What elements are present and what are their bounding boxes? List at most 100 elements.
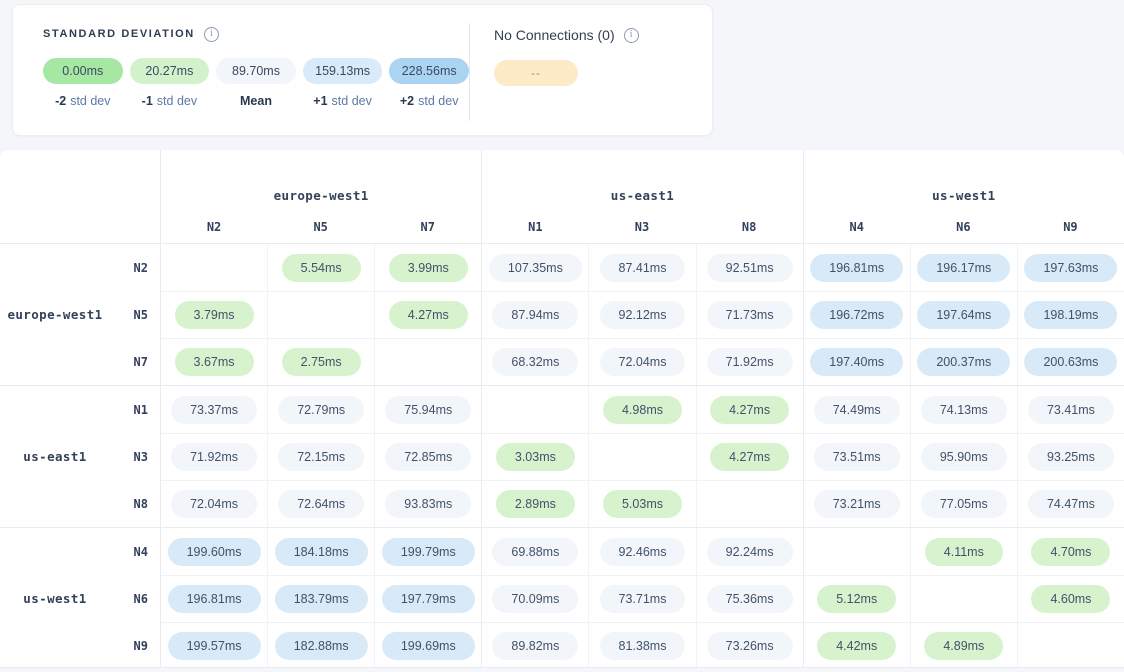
latency-pill[interactable]: 75.94ms	[385, 396, 471, 424]
legend-stop-pill-1: 20.27ms	[130, 58, 210, 84]
latency-pill[interactable]: 74.13ms	[921, 396, 1007, 424]
latency-pill[interactable]: 72.64ms	[278, 490, 364, 518]
latency-pill[interactable]: 4.27ms	[710, 396, 789, 424]
latency-pill[interactable]: 73.37ms	[171, 396, 257, 424]
latency-pill[interactable]: 107.35ms	[489, 254, 582, 282]
latency-cell-N8-N3: 5.03ms	[588, 480, 695, 527]
latency-cell-N3-N7: 72.85ms	[374, 433, 481, 480]
latency-pill[interactable]: 199.57ms	[168, 632, 261, 660]
latency-pill[interactable]: 196.81ms	[810, 254, 903, 282]
latency-pill[interactable]: 73.71ms	[600, 585, 686, 613]
latency-pill[interactable]: 197.79ms	[382, 585, 475, 613]
latency-pill[interactable]: 93.25ms	[1028, 443, 1114, 471]
latency-cell-N8-N2: 72.04ms	[160, 480, 267, 527]
region-row-label: europe-west1	[0, 244, 110, 385]
latency-pill[interactable]: 199.69ms	[382, 632, 475, 660]
latency-pill[interactable]: 71.92ms	[171, 443, 257, 471]
latency-cell-N6-N1: 70.09ms	[481, 575, 588, 622]
latency-pill[interactable]: 68.32ms	[492, 348, 578, 376]
latency-pill[interactable]: 77.05ms	[921, 490, 1007, 518]
latency-pill[interactable]: 4.89ms	[924, 632, 1003, 660]
latency-pill[interactable]: 70.09ms	[492, 585, 578, 613]
latency-pill[interactable]: 4.11ms	[925, 538, 1003, 566]
latency-pill[interactable]: 87.94ms	[492, 301, 578, 329]
latency-pill[interactable]: 199.60ms	[168, 538, 261, 566]
latency-cell-N7-N5: 2.75ms	[267, 338, 374, 385]
latency-pill[interactable]: 198.19ms	[1024, 301, 1117, 329]
latency-cell-N9-N8: 73.26ms	[696, 622, 803, 668]
latency-pill[interactable]: 75.36ms	[707, 585, 793, 613]
std-deviation-section: STANDARD DEVIATION i 0.00ms20.27ms89.70m…	[13, 5, 469, 135]
col-header-N8: N8	[696, 210, 803, 243]
latency-pill[interactable]: 4.70ms	[1031, 538, 1110, 566]
latency-cell-N8-N5: 72.64ms	[267, 480, 374, 527]
no-connections-section: No Connections (0) i --	[470, 5, 712, 135]
latency-pill[interactable]: 73.51ms	[814, 443, 900, 471]
info-icon[interactable]: i	[624, 28, 639, 43]
latency-cell-N1-N8: 4.27ms	[696, 386, 803, 433]
latency-pill[interactable]: 5.54ms	[282, 254, 361, 282]
info-icon[interactable]: i	[204, 27, 219, 42]
latency-pill[interactable]: 93.83ms	[385, 490, 471, 518]
latency-cell-N8-N9: 74.47ms	[1017, 480, 1124, 527]
row-group-header-us-east1: us-east1N1N3N8	[0, 386, 160, 527]
latency-pill[interactable]: 200.63ms	[1024, 348, 1117, 376]
latency-pill[interactable]: 196.81ms	[168, 585, 261, 613]
latency-pill[interactable]: 72.04ms	[600, 348, 686, 376]
latency-pill[interactable]: 2.75ms	[282, 348, 361, 376]
latency-pill[interactable]: 74.47ms	[1028, 490, 1114, 518]
latency-cell-N6-N3: 73.71ms	[588, 575, 695, 622]
latency-cell-N3-N6: 95.90ms	[910, 433, 1017, 480]
latency-cell-N9-N6: 4.89ms	[910, 622, 1017, 668]
row-header-N2: N2	[110, 244, 148, 291]
latency-pill[interactable]: 3.99ms	[389, 254, 468, 282]
latency-pill[interactable]: 3.67ms	[175, 348, 254, 376]
latency-pill[interactable]: 72.85ms	[385, 443, 471, 471]
latency-pill[interactable]: 5.03ms	[603, 490, 682, 518]
latency-pill[interactable]: 81.38ms	[600, 632, 686, 660]
latency-pill[interactable]: 3.03ms	[496, 443, 575, 471]
latency-pill[interactable]: 71.92ms	[707, 348, 793, 376]
latency-pill[interactable]: 3.79ms	[175, 301, 254, 329]
latency-cell-N2-N2	[160, 244, 267, 291]
latency-pill[interactable]: 92.12ms	[600, 301, 686, 329]
latency-pill[interactable]: 184.18ms	[275, 538, 368, 566]
latency-pill[interactable]: 4.27ms	[710, 443, 789, 471]
latency-pill[interactable]: 5.12ms	[817, 585, 896, 613]
latency-pill[interactable]: 4.42ms	[817, 632, 896, 660]
latency-pill[interactable]: 200.37ms	[917, 348, 1010, 376]
latency-pill[interactable]: 71.73ms	[707, 301, 793, 329]
latency-pill[interactable]: 197.64ms	[917, 301, 1010, 329]
latency-pill[interactable]: 95.90ms	[921, 443, 1007, 471]
latency-pill[interactable]: 4.27ms	[389, 301, 468, 329]
latency-pill[interactable]: 4.98ms	[603, 396, 682, 424]
latency-pill[interactable]: 92.24ms	[707, 538, 793, 566]
latency-cell-N8-N1: 2.89ms	[481, 480, 588, 527]
latency-pill[interactable]: 92.46ms	[600, 538, 686, 566]
latency-pill[interactable]: 196.17ms	[917, 254, 1010, 282]
latency-pill[interactable]: 87.41ms	[600, 254, 686, 282]
legend-stop-pill-2: 89.70ms	[216, 58, 296, 84]
latency-pill[interactable]: 73.21ms	[814, 490, 900, 518]
latency-pill[interactable]: 73.26ms	[707, 632, 793, 660]
latency-cell-N1-N9: 73.41ms	[1017, 386, 1124, 433]
latency-pill[interactable]: 73.41ms	[1028, 396, 1114, 424]
latency-pill[interactable]: 72.79ms	[278, 396, 364, 424]
latency-pill[interactable]: 197.40ms	[810, 348, 903, 376]
latency-pill[interactable]: 74.49ms	[814, 396, 900, 424]
matrix-corner	[0, 150, 160, 210]
latency-pill[interactable]: 2.89ms	[496, 490, 575, 518]
latency-pill[interactable]: 72.04ms	[171, 490, 257, 518]
latency-pill[interactable]: 92.51ms	[707, 254, 793, 282]
latency-pill[interactable]: 196.72ms	[810, 301, 903, 329]
latency-pill[interactable]: 69.88ms	[492, 538, 578, 566]
latency-pill[interactable]: 4.60ms	[1031, 585, 1110, 613]
latency-pill[interactable]: 197.63ms	[1024, 254, 1117, 282]
latency-pill[interactable]: 89.82ms	[492, 632, 578, 660]
latency-pill[interactable]: 72.15ms	[278, 443, 364, 471]
latency-pill[interactable]: 183.79ms	[275, 585, 368, 613]
row-header-N5: N5	[110, 291, 148, 338]
latency-pill[interactable]: 182.88ms	[275, 632, 368, 660]
latency-pill[interactable]: 199.79ms	[382, 538, 475, 566]
col-header-N5: N5	[267, 210, 374, 243]
